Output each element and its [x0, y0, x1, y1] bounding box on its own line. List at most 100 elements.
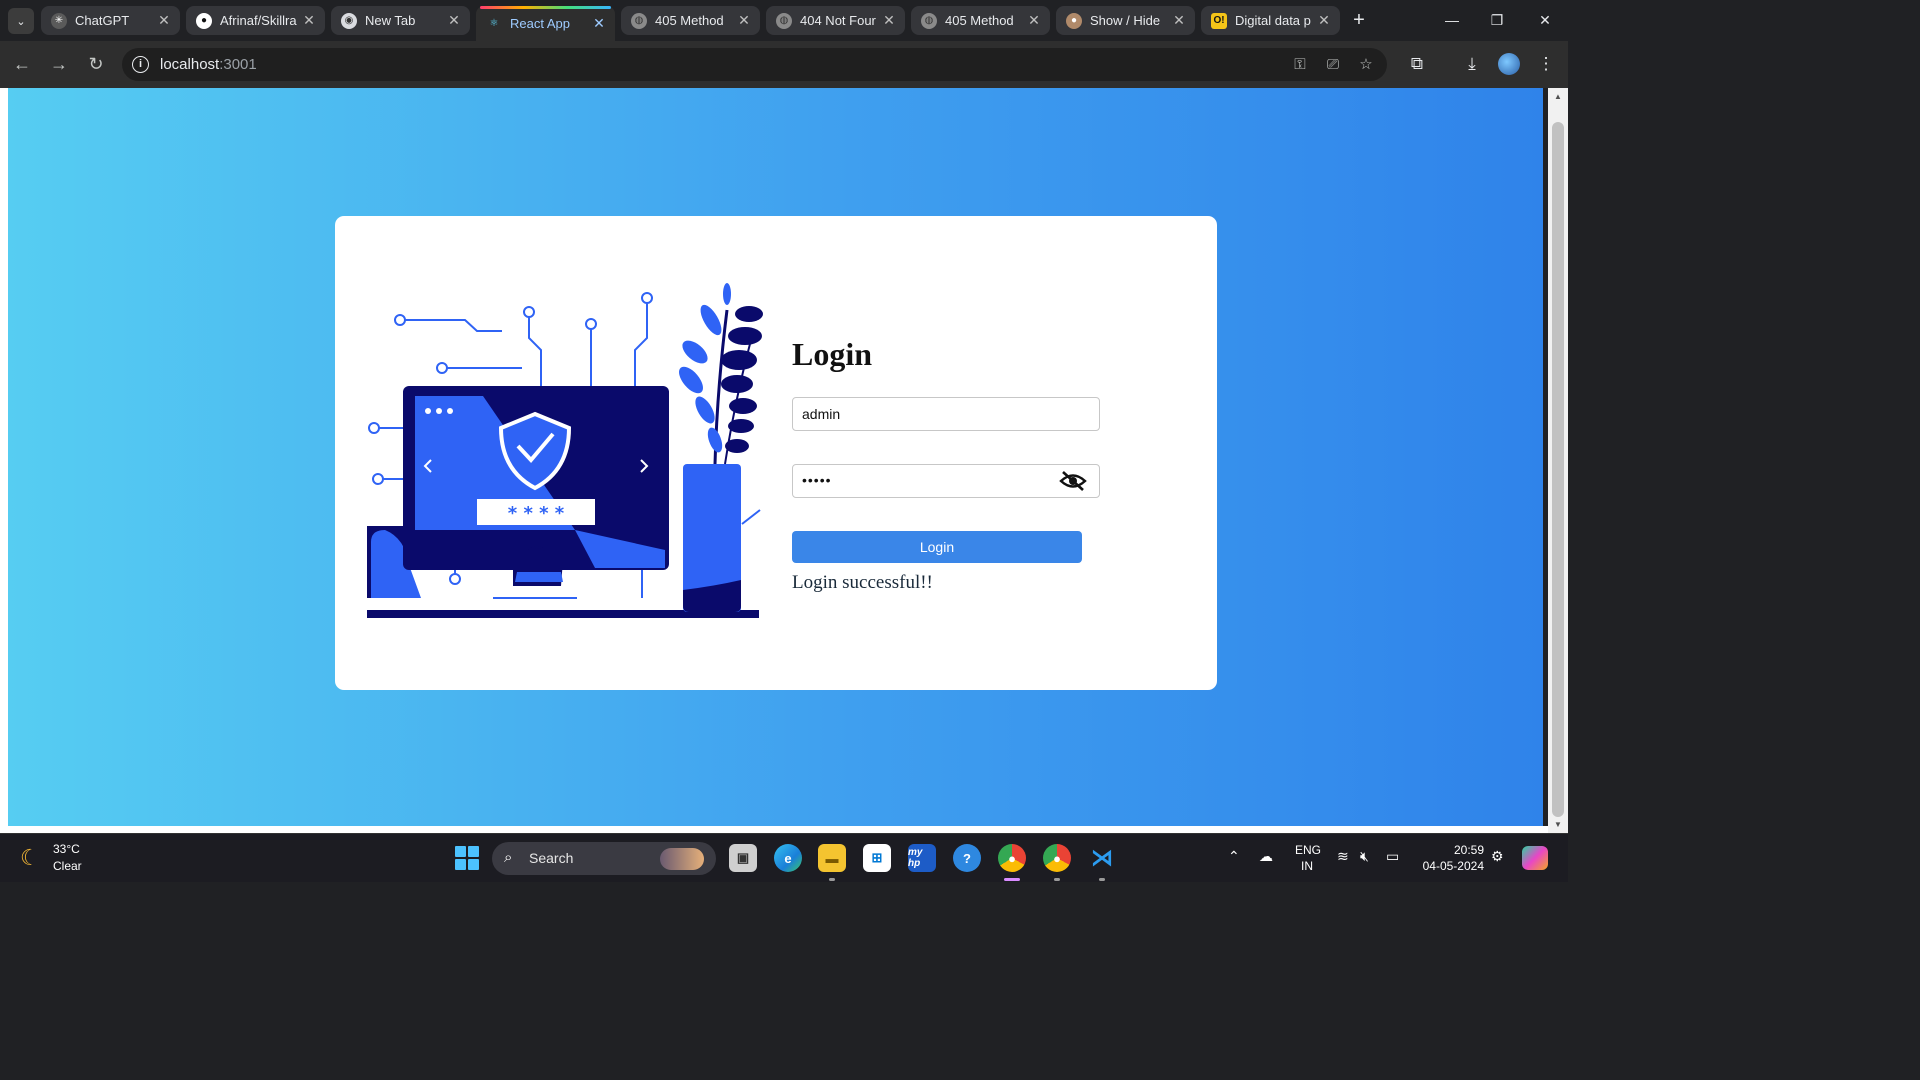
extensions-icon[interactable]: ⧉	[1405, 52, 1429, 76]
page-left-edge	[0, 88, 8, 833]
tab-new-tab[interactable]: ◉ New Tab ✕	[331, 6, 470, 35]
github-icon: ●	[196, 12, 212, 29]
login-title: Login	[792, 336, 873, 372]
close-icon[interactable]: ✕	[879, 12, 899, 29]
help-icon[interactable]: ?	[953, 844, 981, 872]
restore-button[interactable]: ❐	[1482, 8, 1512, 32]
taskbar: ☾ 33°C Clear ⌕ Search ▣ e ▬ ⊞ my hp ? ● …	[0, 833, 1568, 882]
clock-time[interactable]: 20:59	[1418, 843, 1484, 857]
back-button[interactable]: ←	[10, 52, 34, 76]
tab-405-method[interactable]: ◍ 405 Method ✕	[621, 6, 760, 35]
status-message: Login successful!!	[792, 572, 933, 593]
chrome-icon[interactable]: ●	[998, 844, 1026, 872]
illustration-password-text: * * * *	[508, 503, 565, 524]
task-view-icon[interactable]: ▣	[729, 844, 757, 872]
scroll-up-arrow-icon[interactable]: ▲	[1553, 92, 1563, 101]
bookmark-star-icon[interactable]: ☆	[1355, 54, 1377, 76]
edge-icon[interactable]: e	[774, 844, 802, 872]
myhp-icon[interactable]: my hp	[908, 844, 936, 872]
site-info-icon[interactable]: i	[132, 56, 149, 73]
moon-icon[interactable]: ☾	[20, 846, 44, 870]
tab-digital-data[interactable]: O! Digital data p ✕	[1201, 6, 1340, 35]
tab-title: ChatGPT	[75, 13, 130, 28]
tab-search-button[interactable]: ⌄	[8, 8, 34, 34]
avatar-icon: ●	[1066, 12, 1082, 29]
tab-react-app[interactable]: ⚛ React App ✕	[476, 6, 615, 41]
password-input[interactable]: •••••	[792, 464, 1100, 498]
microsoft-store-icon[interactable]: ⊞	[863, 844, 891, 872]
react-icon: ⚛	[489, 18, 499, 29]
region-indicator[interactable]: IN	[1301, 859, 1313, 873]
reload-button[interactable]: ↻	[84, 52, 108, 76]
close-icon[interactable]: ✕	[1169, 12, 1189, 29]
tab-405-method-2[interactable]: ◍ 405 Method ✕	[911, 6, 1050, 35]
clock-date[interactable]: 04-05-2024	[1418, 859, 1484, 873]
battery-icon[interactable]: ▭	[1386, 848, 1399, 865]
app-running-indicator	[829, 878, 835, 881]
tab-title: Digital data p	[1235, 13, 1311, 28]
download-icon[interactable]: ⤓	[1460, 52, 1484, 76]
eye-slash-icon[interactable]	[1059, 470, 1087, 492]
notification-settings-icon[interactable]: ⚙	[1491, 848, 1504, 865]
address-bar[interactable]: i localhost:3001 ⚿ ⎚ ☆	[122, 48, 1387, 81]
file-explorer-icon[interactable]: ▬	[818, 844, 846, 872]
close-icon[interactable]: ✕	[589, 15, 609, 32]
o-icon: O!	[1211, 12, 1227, 29]
forward-button[interactable]: →	[47, 52, 71, 76]
scrollbar-thumb[interactable]	[1552, 122, 1564, 817]
search-highlight-image	[660, 848, 704, 870]
security-illustration: * * * *	[367, 283, 763, 618]
close-icon[interactable]: ✕	[154, 12, 174, 29]
password-key-icon[interactable]: ⚿	[1289, 54, 1311, 76]
tab-title: 404 Not Four	[800, 13, 876, 28]
globe-icon: ◍	[631, 12, 647, 29]
chevron-up-icon[interactable]: ⌃	[1228, 848, 1240, 865]
profile-avatar[interactable]	[1498, 53, 1520, 75]
tab-show-hide[interactable]: ● Show / Hide ✕	[1056, 6, 1195, 35]
close-icon[interactable]: ✕	[1314, 12, 1334, 29]
username-input[interactable]: admin	[792, 397, 1100, 431]
login-button[interactable]: Login	[792, 531, 1082, 563]
menu-icon[interactable]: ⋮	[1534, 52, 1558, 76]
app-running-indicator	[1099, 878, 1105, 881]
onedrive-cloud-icon[interactable]: ☁	[1259, 848, 1273, 865]
minimize-button[interactable]: —	[1437, 8, 1467, 32]
tab-404-not-found[interactable]: ◍ 404 Not Four ✕	[766, 6, 905, 35]
close-window-button[interactable]: ✕	[1530, 8, 1560, 32]
close-icon[interactable]: ✕	[444, 12, 464, 29]
search-icon: ⌕	[504, 849, 513, 866]
weather-condition[interactable]: Clear	[53, 859, 82, 873]
tab-audio-indicator	[480, 6, 611, 9]
chrome-icon: ◉	[341, 12, 357, 29]
new-tab-button[interactable]: +	[1347, 8, 1371, 32]
chatgpt-icon: ✳	[51, 12, 67, 29]
install-app-icon[interactable]: ⎚	[1322, 54, 1344, 76]
tab-chatgpt[interactable]: ✳ ChatGPT ✕	[41, 6, 180, 35]
wifi-icon[interactable]: ≋	[1337, 848, 1349, 865]
close-icon[interactable]: ✕	[1024, 12, 1044, 29]
tab-title: New Tab	[365, 13, 416, 28]
login-card: * * * * Login admin ••••• Login Login su…	[335, 216, 1217, 690]
page-scrollbar[interactable]: ▲ ▼	[1548, 88, 1568, 833]
taskbar-search-label: Search	[529, 850, 574, 866]
tab-github[interactable]: ● Afrinaf/Skillra ✕	[186, 6, 325, 35]
windows-start-icon[interactable]	[455, 846, 479, 870]
globe-icon: ◍	[776, 12, 792, 29]
scroll-down-arrow-icon[interactable]: ▼	[1553, 820, 1563, 829]
close-icon[interactable]: ✕	[299, 12, 319, 29]
chrome-profile-icon[interactable]: ●	[1043, 844, 1071, 872]
taskbar-search[interactable]: ⌕ Search	[492, 842, 716, 875]
url-port: :3001	[219, 56, 257, 73]
volume-muted-icon[interactable]: 🔇︎	[1360, 848, 1369, 865]
url-host: localhost	[160, 56, 220, 73]
vscode-icon[interactable]: ⋊	[1088, 844, 1116, 872]
weather-temperature[interactable]: 33°C	[53, 842, 80, 856]
tab-title: Afrinaf/Skillra	[220, 13, 297, 28]
browser-toolbar: ← → ↻ i localhost:3001 ⚿ ⎚ ☆ ⧉ ⤓ ⋮	[0, 41, 1568, 88]
page-viewport: * * * * Login admin ••••• Login Login su…	[8, 88, 1543, 826]
language-indicator[interactable]: ENG	[1295, 843, 1321, 857]
close-icon[interactable]: ✕	[734, 12, 754, 29]
tab-title: React App	[510, 16, 570, 31]
url-text: localhost:3001	[160, 56, 257, 73]
copilot-icon[interactable]	[1522, 846, 1548, 870]
